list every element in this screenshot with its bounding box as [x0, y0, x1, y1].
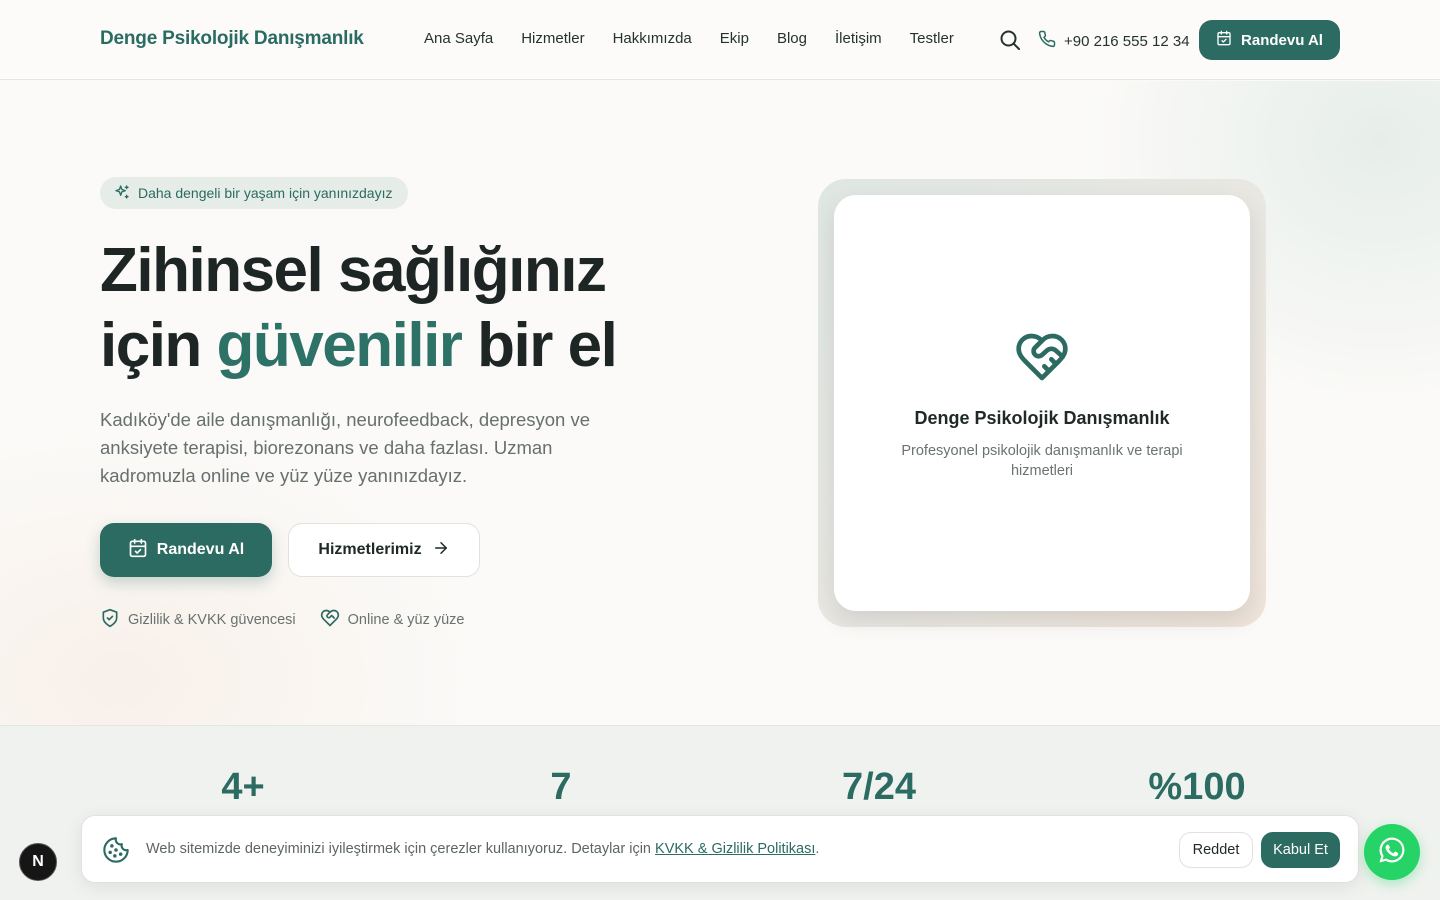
- whatsapp-icon: [1377, 835, 1407, 870]
- nav-blog[interactable]: Blog: [777, 30, 807, 47]
- trust-badges: Gizlilik & KVKK güvencesi Online & yüz y…: [100, 608, 465, 632]
- hero-card-frame: Denge Psikolojik Danışmanlık Profesyonel…: [818, 179, 1266, 627]
- heart-handshake-icon: [1012, 329, 1072, 385]
- header-appointment-button[interactable]: Randevu Al: [1199, 20, 1340, 60]
- cookie-period: .: [815, 841, 820, 857]
- main-nav: Ana Sayfa Hizmetler Hakkımızda Ekip Blog…: [424, 30, 954, 47]
- hero-title-line1: Zihinsel sağlığınız: [100, 236, 607, 305]
- hero-card-subtitle: Profesyonel psikolojik danışmanlık ve te…: [901, 443, 1183, 479]
- cookie-text: Web sitemizde deneyiminizi iyileştirmek …: [146, 841, 819, 857]
- hero-title: Zihinsel sağlığınız için güvenilir bir e…: [100, 233, 740, 383]
- services-button-label: Hizmetlerimiz: [318, 541, 422, 558]
- site-header: Denge Psikolojik Danışmanlık Ana Sayfa H…: [0, 0, 1440, 80]
- trust-item-online: Online & yüz yüze: [320, 608, 465, 632]
- phone-link[interactable]: +90 216 555 12 34: [1038, 30, 1190, 52]
- whatsapp-button[interactable]: [1364, 824, 1420, 880]
- phone-icon: [1038, 30, 1056, 52]
- nav-iletisim[interactable]: İletişim: [835, 30, 882, 47]
- hero-pill: Daha dengeli bir yaşam için yanınızdayız: [100, 177, 409, 209]
- dev-tools-badge-letter: N: [32, 853, 44, 870]
- calendar-check-icon: [1216, 30, 1232, 50]
- hero-card: Denge Psikolojik Danışmanlık Profesyonel…: [834, 195, 1250, 611]
- stat-value: %100: [1148, 766, 1246, 808]
- cookie-reject-button[interactable]: Reddet: [1179, 832, 1253, 868]
- privacy-policy-link[interactable]: KVKK & Gizlilik Politikası: [655, 841, 815, 857]
- trust-privacy-text: Gizlilik & KVKK güvencesi: [128, 612, 296, 628]
- cookie-icon: [102, 836, 130, 864]
- stat-value: 7/24: [842, 766, 916, 808]
- cookie-message: Web sitemizde deneyiminizi iyileştirmek …: [146, 841, 651, 857]
- hero-section: Daha dengeli bir yaşam için yanınızdayız…: [0, 81, 1440, 725]
- stat-value: 4+: [221, 766, 265, 808]
- nav-hizmetler[interactable]: Hizmetler: [521, 30, 584, 47]
- arrow-right-icon: [432, 539, 450, 562]
- dev-tools-badge[interactable]: N: [19, 843, 57, 881]
- hero-appointment-label: Randevu Al: [156, 541, 245, 558]
- search-icon[interactable]: [998, 28, 1022, 52]
- hero-title-pre: için: [100, 311, 202, 380]
- shield-check-icon: [100, 608, 120, 632]
- trust-item-privacy: Gizlilik & KVKK güvencesi: [100, 608, 296, 632]
- nav-ana-sayfa[interactable]: Ana Sayfa: [424, 30, 493, 47]
- hero-title-post: bir el: [477, 311, 618, 380]
- hero-description: Kadıköy'de aile danışmanlığı, neurofeedb…: [100, 409, 590, 486]
- sparkles-icon: [114, 184, 130, 203]
- site-logo[interactable]: Denge Psikolojik Danışmanlık: [100, 28, 364, 50]
- hero-card-title: Denge Psikolojik Danışmanlık: [914, 408, 1170, 428]
- calendar-check-icon: [128, 538, 148, 563]
- hero-pill-text: Daha dengeli bir yaşam için yanınızdayız: [138, 185, 393, 201]
- nav-testler[interactable]: Testler: [910, 30, 954, 47]
- nav-ekip[interactable]: Ekip: [720, 30, 749, 47]
- cookie-banner: Web sitemizde deneyiminizi iyileştirmek …: [81, 815, 1359, 883]
- nav-hakkimizda[interactable]: Hakkımızda: [613, 30, 692, 47]
- heart-handshake-icon: [320, 608, 340, 632]
- hero-title-accent: güvenilir: [216, 311, 463, 380]
- hero-appointment-button[interactable]: Randevu Al: [100, 523, 272, 577]
- cookie-accept-button[interactable]: Kabul Et: [1261, 832, 1340, 868]
- phone-number: +90 216 555 12 34: [1064, 32, 1190, 50]
- header-appointment-label: Randevu Al: [1241, 31, 1323, 49]
- stat-value: 7: [550, 766, 572, 808]
- services-button[interactable]: Hizmetlerimiz: [288, 523, 480, 577]
- trust-online-text: Online & yüz yüze: [347, 612, 465, 628]
